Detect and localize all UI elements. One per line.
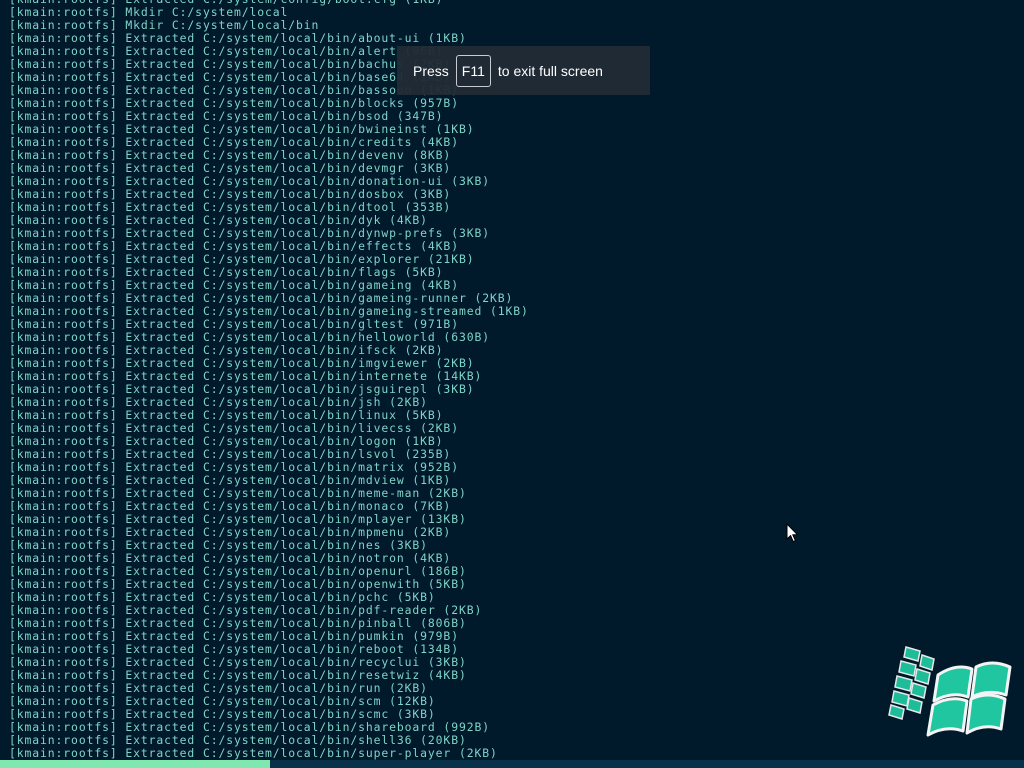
f11-key-hint: F11 [455, 54, 491, 87]
logo-flag [926, 661, 1012, 737]
fullscreen-exit-notice: Press F11 to exit full screen [397, 46, 650, 95]
notice-prefix: Press [413, 62, 449, 79]
windows-93-flag-logo [888, 646, 1012, 737]
mouse-pointer-icon [786, 523, 798, 543]
logo-trail-tiles [888, 646, 935, 720]
boot-screen: [kmain:rootfs] Extracted C:/system/confi… [0, 0, 1024, 768]
notice-suffix: to exit full screen [497, 62, 603, 79]
log-line: [kmain:rootfs] Extracted C:/system/local… [9, 746, 498, 760]
boot-progress-bar [0, 760, 1024, 768]
boot-log-console: [kmain:rootfs] Extracted C:/system/confi… [9, 0, 869, 760]
boot-progress-fill [0, 760, 271, 768]
